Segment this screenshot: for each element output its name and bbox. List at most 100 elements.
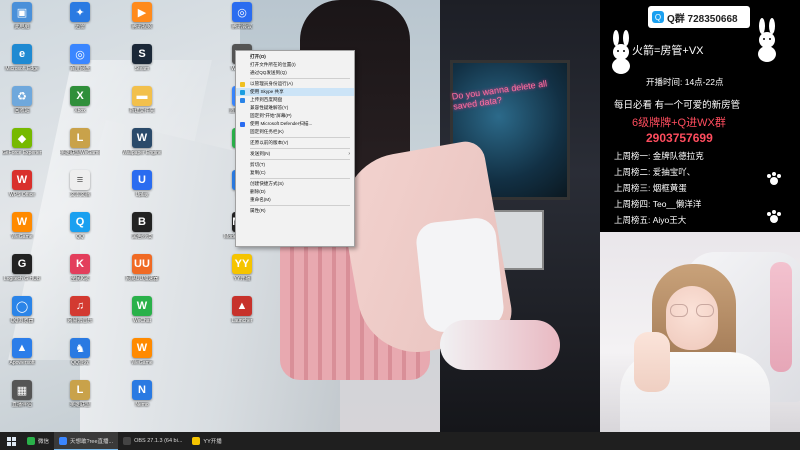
desktop-icon[interactable]: W WPS Office [2, 170, 42, 198]
desktop-icon[interactable]: ◯ QQ浏览器 [2, 296, 42, 324]
context-menu-label: 使用 Skype 共享 [250, 89, 284, 94]
desktop-icon[interactable]: L 英雄联盟WeGame版 [60, 128, 100, 156]
app-icon: ♻ [12, 86, 32, 106]
menu-separator [250, 148, 350, 149]
desktop-icon-label: 全民K歌 [70, 276, 90, 282]
taskbar-item[interactable]: 微信 [22, 432, 54, 450]
desktop-icon[interactable]: ◎ 百度网盘 [60, 44, 100, 72]
context-menu-item[interactable]: 以管理员身份运行(A) [236, 80, 354, 88]
context-menu-item[interactable]: 复制(C) [236, 169, 354, 177]
context-menu-label: 打开(O) [250, 54, 266, 59]
app-icon: ▦ [12, 380, 32, 400]
desktop-icon[interactable]: ▲ Launcher [222, 296, 262, 324]
app-icon: ▬ [132, 86, 152, 106]
desktop-icon-label: 英雄联盟 [69, 402, 90, 408]
desktop-icon[interactable]: B 黑色沙漠 [122, 212, 162, 240]
desktop-icon[interactable]: ♫ 网易云音乐 [60, 296, 100, 324]
taskbar-item-label: YY开播 [203, 438, 222, 445]
desktop-icon[interactable]: W WeChat [122, 296, 162, 324]
menu-separator [250, 159, 350, 160]
desktop-icon-label: Apowersoft [9, 360, 35, 366]
paw-icon [767, 172, 781, 185]
start-button[interactable] [0, 432, 22, 450]
app-icon: ◆ [12, 128, 32, 148]
skype-icon [240, 89, 245, 95]
context-menu-item[interactable]: 固定到"开始"屏幕(P) [236, 112, 354, 120]
app-icon: ▲ [12, 338, 32, 358]
desktop-icon[interactable]: ◎ 腾讯会议 [222, 2, 262, 30]
app-icon: L [70, 380, 90, 400]
desktop-icon[interactable]: W WeGame [2, 212, 42, 240]
desktop-area: Do you wanna delete all saved data? ▣ 此电脑… [0, 0, 600, 432]
desktop-icon[interactable]: Q QQ [60, 212, 100, 240]
desktop-icon[interactable]: ▶ 腾讯视频 [122, 2, 162, 30]
desktop-icon[interactable]: W WeGame [122, 338, 162, 366]
context-menu-item[interactable]: 通过QQ发送到(Q) [236, 69, 354, 77]
desktop-icon[interactable]: ✦ 迅雷 [60, 2, 100, 30]
app-icon: N [132, 380, 152, 400]
overlay-title: 火箭=房管+VX [632, 45, 704, 57]
context-menu-item[interactable]: 创建快捷方式(S) [236, 180, 354, 188]
context-menu-item[interactable]: 删除(D) [236, 188, 354, 196]
app-icon: ◯ [12, 296, 32, 316]
context-menu-item[interactable]: 兼容性疑难解答(Y) [236, 104, 354, 112]
context-menu-item[interactable]: 固定到任务栏(K) [236, 128, 354, 136]
desktop-icon[interactable]: U Uplay [122, 170, 162, 198]
desktop-icon[interactable]: S Steam [122, 44, 162, 72]
app-icon: ◎ [232, 2, 252, 22]
desktop-icon[interactable]: W Wallpaper Engine [122, 128, 162, 156]
context-menu-item[interactable]: 使用 Skype 共享 [236, 88, 354, 96]
context-menu-item[interactable]: 还原以前的版本(V) [236, 139, 354, 147]
taskbar-item[interactable]: OBS 27.1.3 (64 bi... [118, 432, 187, 450]
context-menu-item[interactable]: 上传到百度网盘 [236, 96, 354, 104]
desktop-icon[interactable]: X Xbox [60, 86, 100, 114]
desktop-icon[interactable]: L 英雄联盟 [60, 380, 100, 408]
app-icon: G [12, 254, 32, 274]
context-menu-item[interactable]: 剪切(T) [236, 161, 354, 169]
taskbar-item[interactable]: YY开播 [187, 432, 226, 450]
context-menu-item[interactable]: 打开(O) [236, 53, 354, 61]
context-menu-label: 发送到(N) [250, 151, 271, 156]
desktop-icon[interactable]: ▦ 直播伴侣 [2, 380, 42, 408]
context-menu-item[interactable]: 打开文件所在的位置(I) [236, 61, 354, 69]
desktop-icon[interactable]: UU 网易UU加速器 [122, 254, 162, 282]
app-icon: U [132, 170, 152, 190]
desktop-icon-label: 黑色沙漠 [131, 234, 152, 240]
desktop-icon[interactable]: ▲ Apowersoft [2, 338, 42, 366]
app-icon: ▶ [132, 2, 152, 22]
cloud-icon [240, 97, 245, 103]
desktop-icon[interactable]: ♞ QQ游戏 [60, 338, 100, 366]
taskbar-item[interactable]: 天想敢?ree直播... [54, 432, 119, 450]
context-menu: 打开(O) 打开文件所在的位置(I) 通过QQ发送到(Q) 以管理员身份运行(A) 使用… [235, 50, 355, 247]
desktop-icon-label: Logitech G HUB [3, 276, 41, 282]
context-menu-item[interactable]: 发送到(N) › [236, 150, 354, 158]
desktop-icon[interactable]: ◆ GeForce Experience [2, 128, 42, 156]
menu-separator [250, 78, 350, 79]
desktop-icon-label: 英雄联盟WeGame版 [60, 150, 100, 156]
desktop-icon-label: 腾讯视频 [131, 24, 152, 30]
menu-separator [250, 178, 350, 179]
taskbar-app-icon [59, 436, 68, 445]
desktop-icon-label: Launcher [231, 318, 253, 324]
app-icon: ▲ [232, 296, 252, 316]
context-menu-label: 创建快捷方式(S) [250, 181, 284, 186]
desktop-icon[interactable]: YY YY开播 [222, 254, 262, 282]
context-menu-item[interactable]: 重命名(M) [236, 196, 354, 204]
desktop-icon[interactable]: ♻ 回收站 [2, 86, 42, 114]
desktop-icon[interactable]: ≡ 文本文档 [60, 170, 100, 198]
desktop-icon[interactable]: N Nemo [122, 380, 162, 408]
context-menu-item[interactable]: 属性(R) [236, 207, 354, 215]
desktop-icon-label: WPS Office [9, 192, 35, 198]
desktop-icon[interactable]: ▣ 此电脑 [2, 2, 42, 30]
desktop-icon[interactable]: G Logitech G HUB [2, 254, 42, 282]
desktop-icon[interactable]: ▬ 新建文件夹 [122, 86, 162, 114]
overlay-rank: 上周榜五: Aiyo王大 [614, 215, 687, 225]
app-icon: B [132, 212, 152, 232]
desktop-icon[interactable]: K 全民K歌 [60, 254, 100, 282]
desktop-icon-label: 腾讯会议 [231, 24, 252, 30]
app-icon: L [70, 128, 90, 148]
desktop-icon[interactable]: e Microsoft Edge [2, 44, 42, 72]
desktop-icon-label: 网易UU加速器 [125, 276, 159, 282]
shield-icon [240, 81, 245, 87]
context-menu-item[interactable]: 使用 Microsoft Defender扫描... [236, 120, 354, 128]
